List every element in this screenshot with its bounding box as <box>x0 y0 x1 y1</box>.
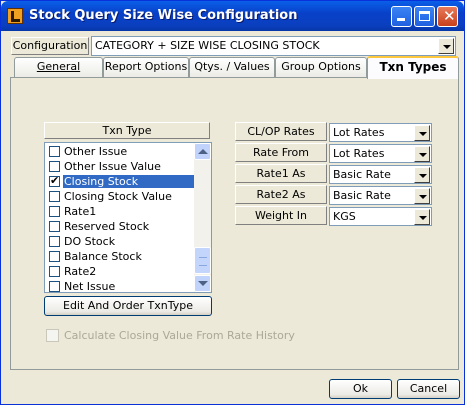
checkbox[interactable] <box>49 161 60 172</box>
scroll-up-icon[interactable] <box>194 143 211 160</box>
rate2-as-select[interactable]: Basic Rate <box>329 186 432 205</box>
checkbox[interactable] <box>49 221 60 232</box>
vertical-scrollbar[interactable] <box>194 143 211 292</box>
tab-txn-types[interactable]: Txn Types <box>367 56 459 79</box>
cancel-button[interactable]: Cancel <box>397 379 460 399</box>
tab-general[interactable]: General <box>14 57 103 77</box>
list-item[interactable]: Net Issue <box>46 279 194 293</box>
window-title: Stock Query Size Wise Configuration <box>29 8 298 23</box>
list-item-label: Rate2 <box>64 265 97 278</box>
scroll-down-icon[interactable] <box>194 275 211 292</box>
checkbox-checked[interactable] <box>49 174 60 187</box>
chevron-down-icon[interactable] <box>414 146 430 162</box>
list-item[interactable]: Balance Stock <box>46 249 194 264</box>
txn-type-header: Txn Type <box>44 122 210 139</box>
list-item[interactable]: Closing Stock Value <box>46 189 194 204</box>
title-bar[interactable]: Stock Query Size Wise Configuration ✕ <box>1 1 464 31</box>
weight-in-value: KGS <box>333 210 356 223</box>
rate2-as-value: Basic Rate <box>333 189 391 202</box>
rate-from-label: Rate From <box>235 143 327 162</box>
close-icon: ✕ <box>443 7 456 25</box>
cl-op-rates-label: CL/OP Rates <box>235 122 327 141</box>
cl-op-rates-select[interactable]: Lot Rates <box>329 123 432 142</box>
list-item[interactable]: Rate2 <box>46 264 194 279</box>
tab-qtys-values-label: Qtys. / Values <box>194 60 270 73</box>
close-button[interactable]: ✕ <box>437 6 458 27</box>
dialog-window: Stock Query Size Wise Configuration ✕ Co… <box>0 0 465 405</box>
checkbox[interactable] <box>49 206 60 217</box>
rate1-as-select[interactable]: Basic Rate <box>329 165 432 184</box>
list-item-label: Reserved Stock <box>64 220 150 233</box>
edit-order-txntype-button[interactable]: Edit And Order TxnType <box>44 296 212 316</box>
calc-closing-value-label: Calculate Closing Value From Rate Histor… <box>64 329 295 342</box>
list-item-label: Closing Stock Value <box>64 190 172 203</box>
list-item[interactable]: DO Stock <box>46 234 194 249</box>
chevron-down-icon[interactable] <box>414 167 430 183</box>
maximize-button[interactable] <box>414 6 435 27</box>
rate2-as-label: Rate2 As <box>235 185 327 204</box>
list-item-label: Other Issue Value <box>64 160 161 173</box>
chevron-down-icon[interactable] <box>414 188 430 204</box>
list-item-label: Other Issue <box>64 145 128 158</box>
ok-button[interactable]: Ok <box>329 379 392 399</box>
checkbox[interactable] <box>49 146 60 157</box>
configuration-value: CATEGORY + SIZE WISE CLOSING STOCK <box>95 39 320 52</box>
weight-in-label: Weight In <box>235 206 327 225</box>
checkbox[interactable] <box>49 191 60 202</box>
tab-group-options[interactable]: Group Options <box>275 57 367 77</box>
list-item[interactable]: Closing Stock <box>46 174 194 189</box>
tab-report-options-label: Report Options <box>104 60 188 73</box>
tab-report-options[interactable]: Report Options <box>103 57 189 77</box>
list-item[interactable]: Reserved Stock <box>46 219 194 234</box>
list-item[interactable]: Rate1 <box>46 204 194 219</box>
tab-qtys-values[interactable]: Qtys. / Values <box>189 57 275 77</box>
scroll-thumb[interactable] <box>194 247 211 274</box>
rate-from-value: Lot Rates <box>333 147 385 160</box>
checkbox[interactable] <box>49 266 60 277</box>
minimize-icon <box>397 18 405 21</box>
tab-general-label: General <box>36 60 81 73</box>
list-item[interactable]: Other Issue Value <box>46 159 194 174</box>
chevron-down-icon[interactable] <box>438 38 454 54</box>
tab-txn-types-label: Txn Types <box>379 60 447 74</box>
list-item-label: DO Stock <box>64 235 116 248</box>
list-item-label: Balance Stock <box>64 250 142 263</box>
chevron-down-icon[interactable] <box>414 125 430 141</box>
minimize-button[interactable] <box>391 6 412 27</box>
rate1-as-label: Rate1 As <box>235 164 327 183</box>
checkbox[interactable] <box>49 236 60 247</box>
cl-op-rates-value: Lot Rates <box>333 126 385 139</box>
configuration-combo[interactable]: CATEGORY + SIZE WISE CLOSING STOCK <box>91 36 456 56</box>
tab-group-options-label: Group Options <box>281 60 361 73</box>
maximize-icon <box>419 11 430 21</box>
app-icon <box>7 8 23 24</box>
checkbox[interactable] <box>49 251 60 262</box>
list-item-label: Net Issue <box>64 280 116 293</box>
list-item-label: Rate1 <box>64 205 97 218</box>
rate1-as-value: Basic Rate <box>333 168 391 181</box>
rate-from-select[interactable]: Lot Rates <box>329 144 432 163</box>
checkbox[interactable] <box>49 281 60 292</box>
list-item[interactable]: Other Issue <box>46 144 194 159</box>
configuration-label: Configuration <box>11 37 89 55</box>
calc-closing-value-checkbox[interactable] <box>46 329 59 342</box>
txn-type-list[interactable]: Other Issue Other Issue Value Closing St… <box>44 142 212 293</box>
weight-in-select[interactable]: KGS <box>329 207 432 226</box>
chevron-down-icon[interactable] <box>414 209 430 225</box>
list-item-label: Closing Stock <box>63 175 194 188</box>
